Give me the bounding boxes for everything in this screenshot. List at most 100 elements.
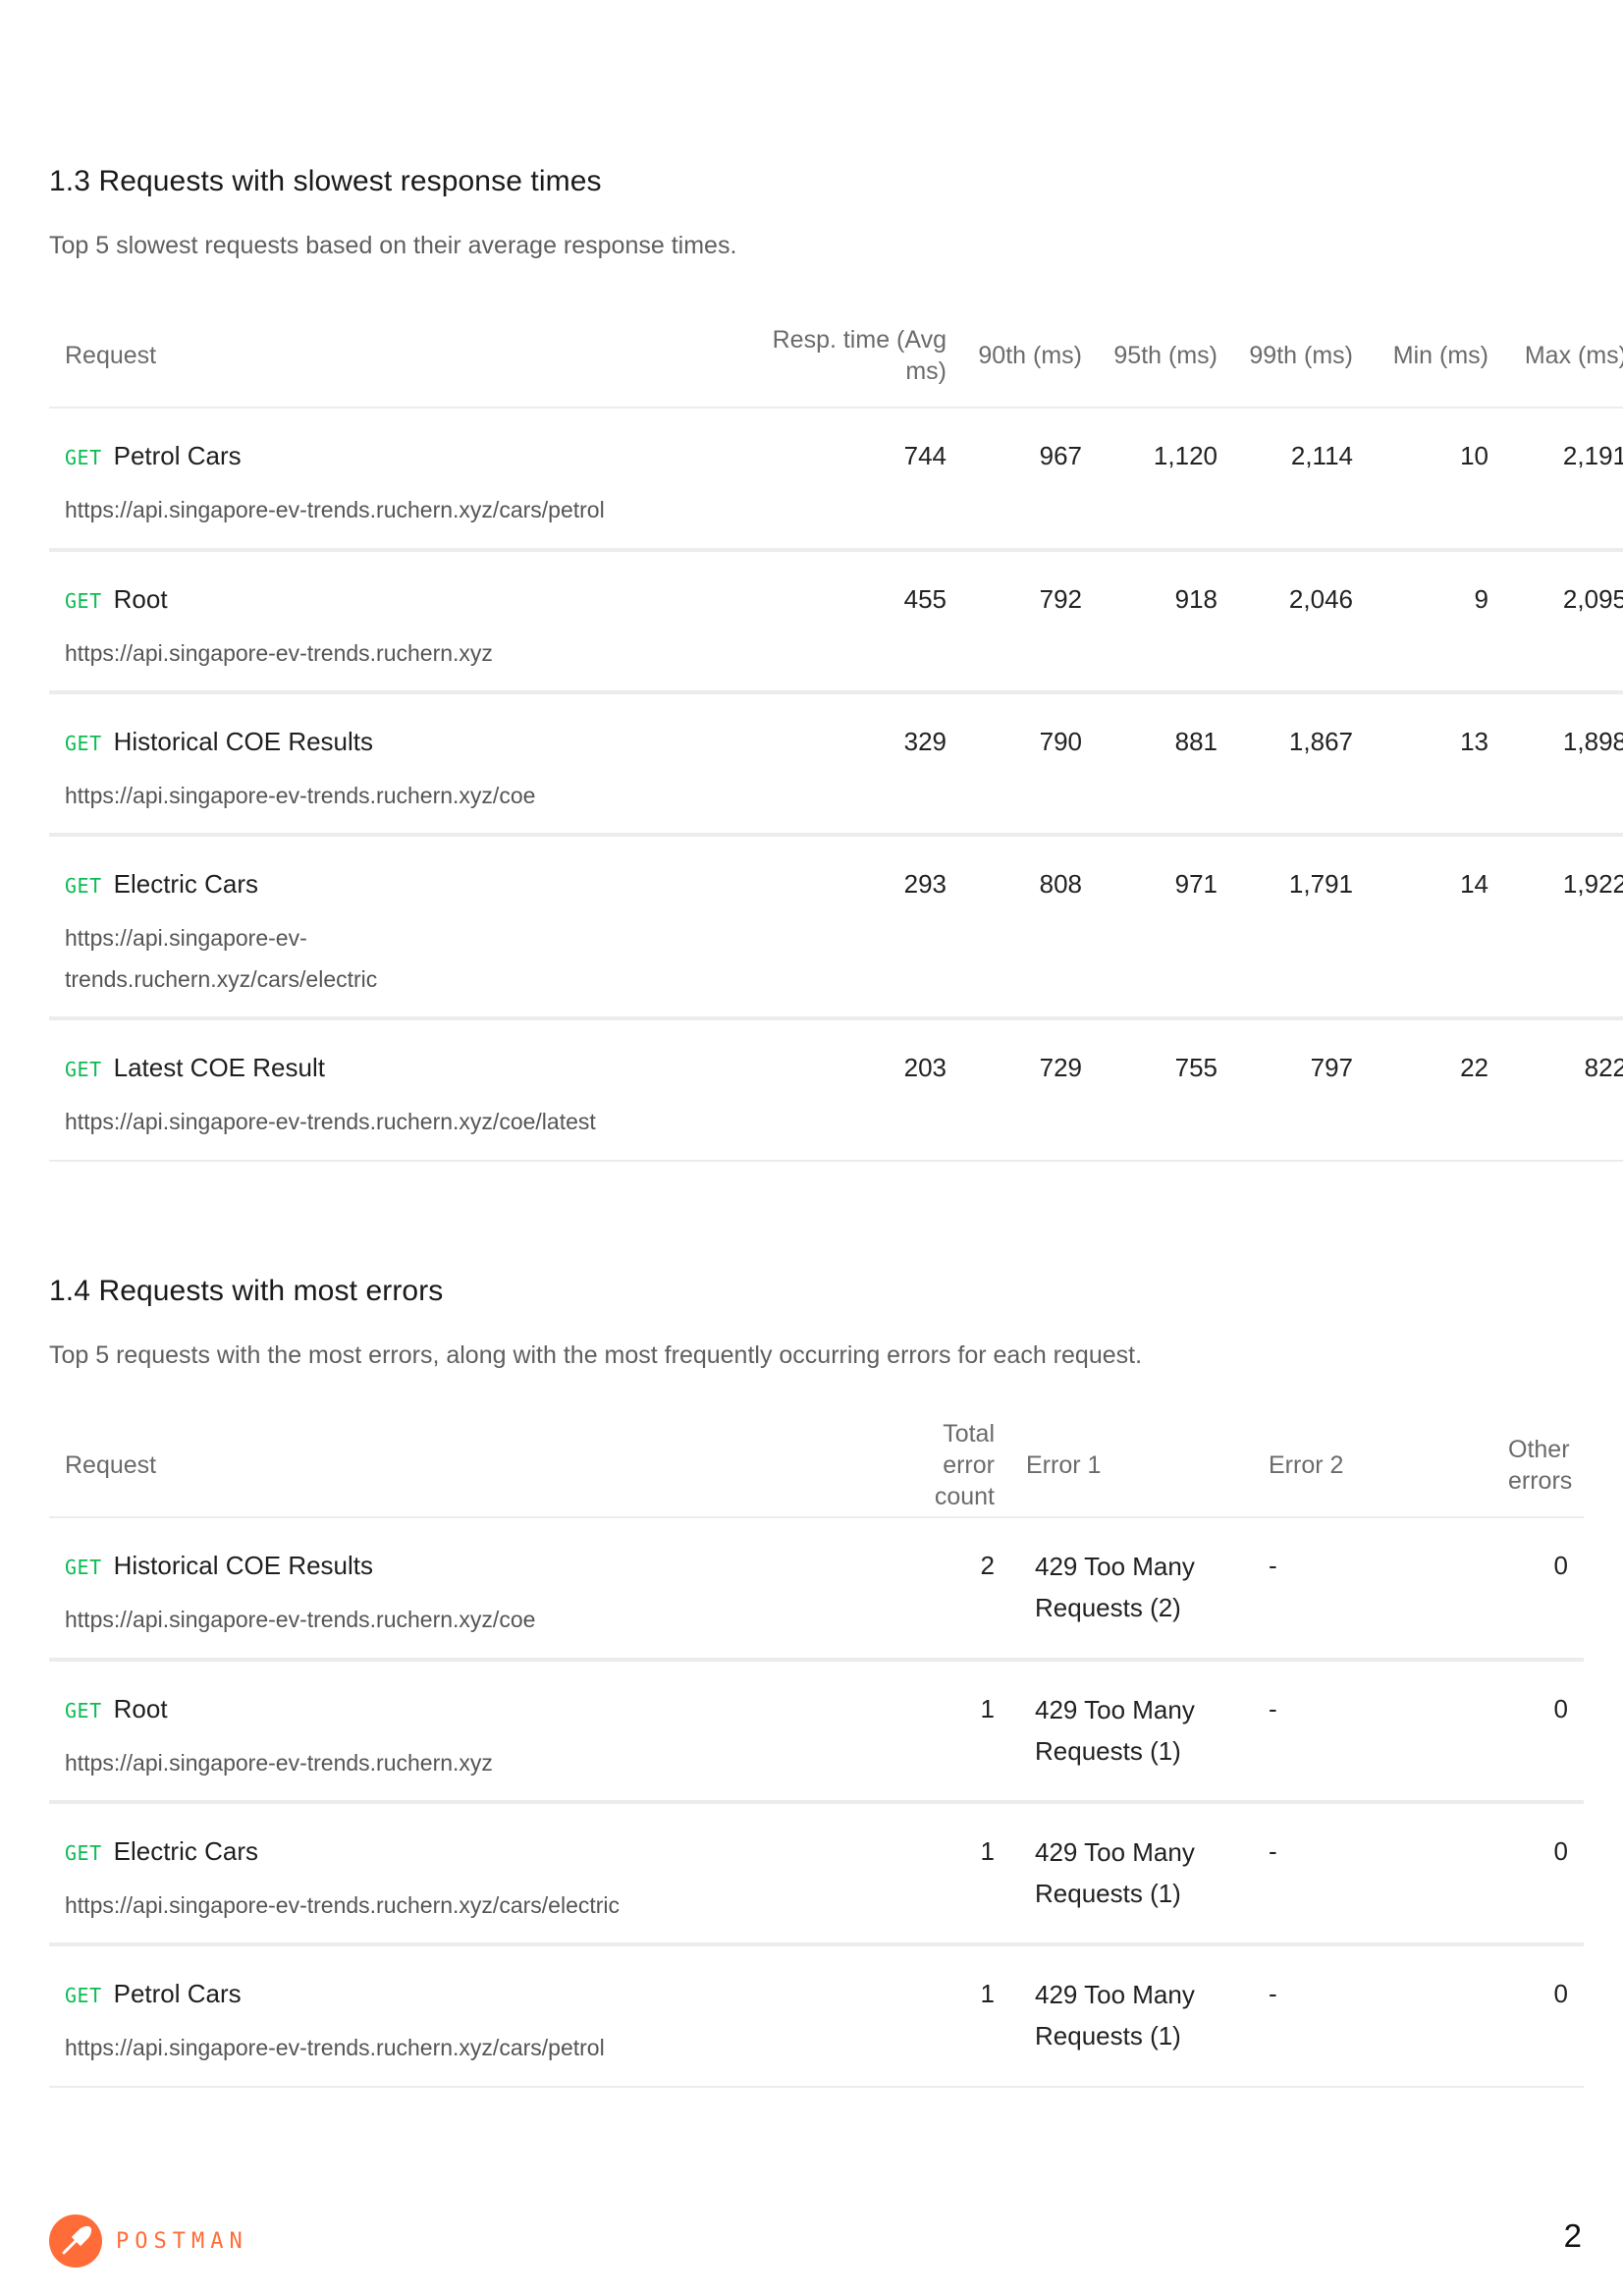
- p99-cell: 1,791: [1233, 835, 1369, 1020]
- http-method-badge: GET: [65, 446, 102, 469]
- p99-cell: 2,114: [1233, 408, 1369, 552]
- table-row: GET Root https://api.singapore-ev-trends.…: [49, 550, 1623, 694]
- p95-cell: 881: [1098, 692, 1233, 837]
- total-error-count-cell: 2: [767, 1517, 1010, 1662]
- col-header-p90: 90th (ms): [962, 303, 1098, 409]
- request-cell: GET Latest COE Result https://api.singapo…: [49, 1018, 717, 1162]
- request-name: Electric Cars: [113, 1836, 258, 1866]
- error-2-cell: -: [1253, 1944, 1400, 2088]
- col-header-request: Request: [49, 1413, 767, 1518]
- error-1-cell: 429 Too Many Requests (1): [1010, 1802, 1253, 1946]
- request-url: https://api.singapore-ev-trends.ruchern.…: [65, 1607, 536, 1632]
- section-description: Top 5 slowest requests based on their av…: [49, 232, 737, 259]
- p95-cell: 918: [1098, 550, 1233, 694]
- request-name: Latest COE Result: [113, 1053, 325, 1082]
- other-errors-cell: 0: [1400, 1660, 1584, 1804]
- most-errors-table: Request Total error count Error 1 Error …: [49, 1413, 1584, 2088]
- section-title: 1.3 Requests with slowest response times: [49, 165, 602, 197]
- request-cell: GET Electric Cars https://api.singapore-e…: [49, 1802, 767, 1946]
- error-1-cell: 429 Too Many Requests (2): [1010, 1517, 1253, 1662]
- p95-cell: 1,120: [1098, 408, 1233, 552]
- request-cell: GET Root https://api.singapore-ev-trends.…: [49, 550, 717, 694]
- total-error-count-cell: 1: [767, 1802, 1010, 1946]
- request-url: https://api.singapore-ev-trends.ruchern.…: [65, 640, 493, 666]
- avg-cell: 293: [717, 835, 962, 1020]
- table-row: GET Latest COE Result https://api.singapo…: [49, 1018, 1623, 1162]
- other-errors-cell: 0: [1400, 1517, 1584, 1662]
- http-method-badge: GET: [65, 732, 102, 755]
- error-2-cell: -: [1253, 1517, 1400, 1662]
- avg-cell: 329: [717, 692, 962, 837]
- avg-cell: 203: [717, 1018, 962, 1162]
- error-2-cell: -: [1253, 1802, 1400, 1946]
- max-cell: 2,191: [1504, 408, 1623, 552]
- total-error-count-cell: 1: [767, 1944, 1010, 2088]
- p99-cell: 2,046: [1233, 550, 1369, 694]
- col-header-total-errors: Total error count: [767, 1413, 1010, 1518]
- col-header-min: Min (ms): [1369, 303, 1504, 409]
- postman-wordmark: POSTMAN: [116, 2228, 248, 2254]
- other-errors-cell: 0: [1400, 1802, 1584, 1946]
- request-cell: GET Historical COE Results https://api.si…: [49, 1517, 767, 1662]
- error-2-cell: -: [1253, 1660, 1400, 1804]
- col-header-other-errors: Other errors: [1400, 1413, 1584, 1518]
- avg-cell: 455: [717, 550, 962, 694]
- p99-cell: 1,867: [1233, 692, 1369, 837]
- request-url: https://api.singapore-ev-trends.ruchern.…: [65, 2035, 605, 2060]
- col-header-p95: 95th (ms): [1098, 303, 1233, 409]
- p99-cell: 797: [1233, 1018, 1369, 1162]
- table-header-row: Request Total error count Error 1 Error …: [49, 1413, 1584, 1518]
- request-name: Petrol Cars: [113, 441, 242, 470]
- min-cell: 9: [1369, 550, 1504, 694]
- max-cell: 822: [1504, 1018, 1623, 1162]
- p90-cell: 729: [962, 1018, 1098, 1162]
- request-cell: GET Historical COE Results https://api.si…: [49, 692, 717, 837]
- table-row: GET Electric Cars https://api.singapore-e…: [49, 1802, 1584, 1946]
- min-cell: 14: [1369, 835, 1504, 1020]
- http-method-badge: GET: [65, 1699, 102, 1722]
- request-url: https://api.singapore-ev-trends.ruchern.…: [65, 925, 378, 992]
- p90-cell: 790: [962, 692, 1098, 837]
- http-method-badge: GET: [65, 589, 102, 613]
- p90-cell: 792: [962, 550, 1098, 694]
- error-1-cell: 429 Too Many Requests (1): [1010, 1660, 1253, 1804]
- request-name: Root: [113, 1694, 168, 1723]
- p95-cell: 755: [1098, 1018, 1233, 1162]
- min-cell: 22: [1369, 1018, 1504, 1162]
- request-cell: GET Root https://api.singapore-ev-trends.…: [49, 1660, 767, 1804]
- table-row: GET Electric Cars https://api.singapore-e…: [49, 835, 1623, 1020]
- col-header-max: Max (ms): [1504, 303, 1623, 409]
- request-name: Historical COE Results: [113, 1551, 374, 1580]
- col-header-error-2: Error 2: [1253, 1413, 1400, 1518]
- most-errors-section: 1.4 Requests with most errors Top 5 requ…: [49, 1275, 1584, 2088]
- request-name: Historical COE Results: [113, 727, 374, 756]
- request-url: https://api.singapore-ev-trends.ruchern.…: [65, 783, 536, 808]
- col-header-request: Request: [49, 303, 717, 409]
- request-cell: GET Petrol Cars https://api.singapore-ev-…: [49, 1944, 767, 2088]
- page-number: 2: [1563, 2217, 1582, 2254]
- p95-cell: 971: [1098, 835, 1233, 1020]
- request-url: https://api.singapore-ev-trends.ruchern.…: [65, 1109, 596, 1134]
- error-1-cell: 429 Too Many Requests (1): [1010, 1944, 1253, 2088]
- max-cell: 2,095: [1504, 550, 1623, 694]
- request-cell: GET Electric Cars https://api.singapore-e…: [49, 835, 717, 1020]
- table-row: GET Historical COE Results https://api.si…: [49, 692, 1623, 837]
- request-cell: GET Petrol Cars https://api.singapore-ev-…: [49, 408, 717, 552]
- other-errors-cell: 0: [1400, 1944, 1584, 2088]
- max-cell: 1,922: [1504, 835, 1623, 1020]
- request-name: Petrol Cars: [113, 1979, 242, 2008]
- request-url: https://api.singapore-ev-trends.ruchern.…: [65, 1892, 621, 1918]
- col-header-avg: Resp. time (Avg ms): [717, 303, 962, 409]
- total-error-count-cell: 1: [767, 1660, 1010, 1804]
- slowest-requests-table: Request Resp. time (Avg ms) 90th (ms) 95…: [49, 303, 1623, 1162]
- postman-logo: POSTMAN: [49, 2214, 248, 2268]
- p90-cell: 967: [962, 408, 1098, 552]
- table-row: GET Historical COE Results https://api.si…: [49, 1517, 1584, 1662]
- http-method-badge: GET: [65, 1058, 102, 1081]
- http-method-badge: GET: [65, 1984, 102, 2007]
- section-description: Top 5 requests with the most errors, alo…: [49, 1341, 1143, 1369]
- http-method-badge: GET: [65, 1841, 102, 1865]
- table-header-row: Request Resp. time (Avg ms) 90th (ms) 95…: [49, 303, 1623, 409]
- request-name: Electric Cars: [113, 869, 258, 899]
- min-cell: 13: [1369, 692, 1504, 837]
